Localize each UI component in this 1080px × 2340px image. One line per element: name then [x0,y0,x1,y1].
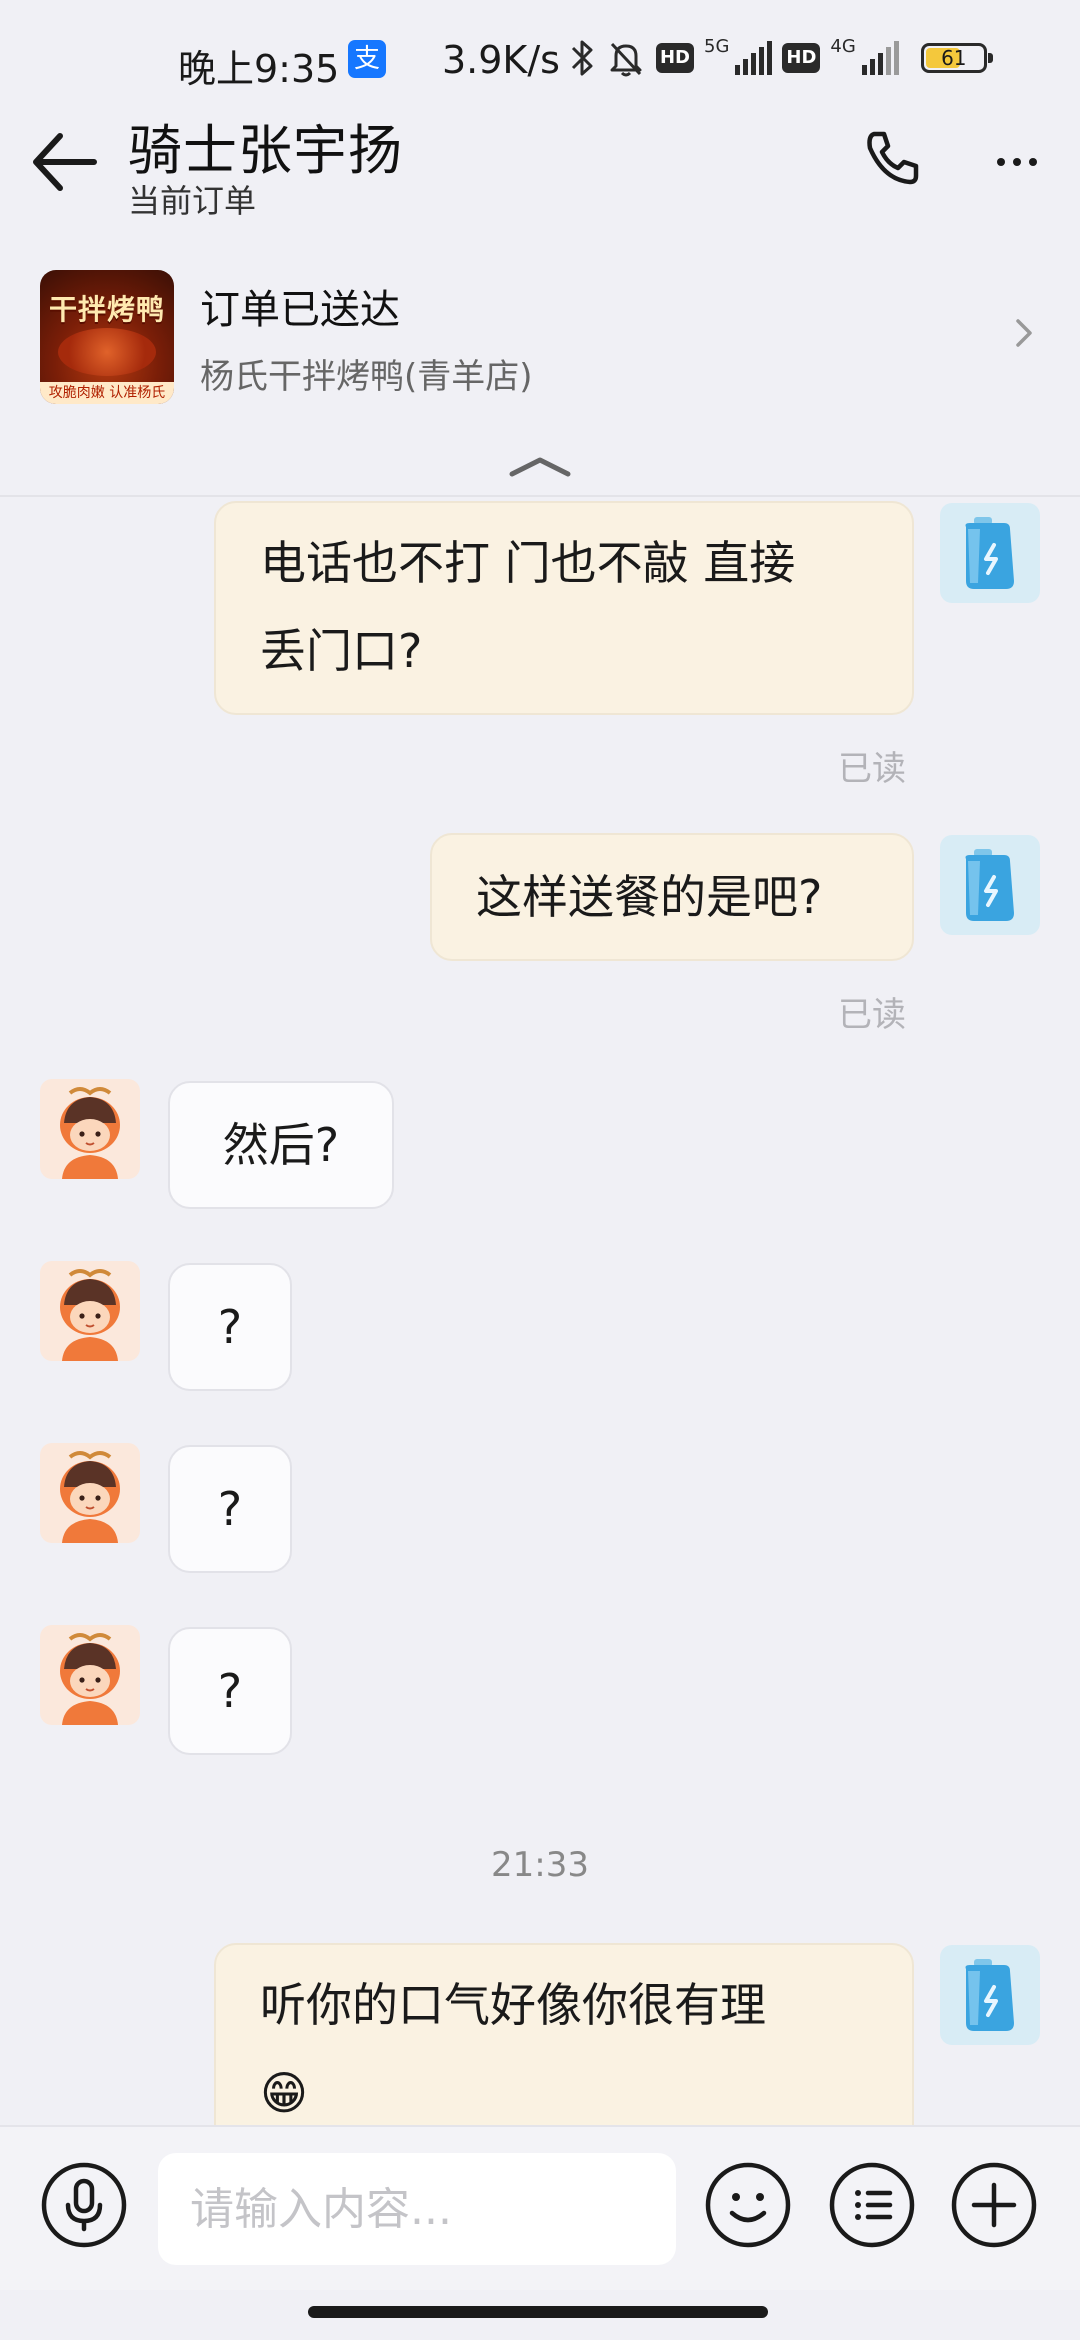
current-order-card[interactable]: 干拌烤鸭 攻脆肉嫩 认准杨氏 订单已送达 杨氏干拌烤鸭(青羊店) [0,255,1080,415]
chat-subtitle: 当前订单 [128,182,257,220]
battery-mascot-icon [965,517,1014,589]
status-bar: 晚上9:35 支 3.9K/s HD 5G HD 4G 61 [0,0,1080,110]
chat-title: 骑士张宇扬 [128,119,403,182]
read-receipt: 已读 [838,995,906,1035]
message-timestamp: 21:33 [491,1845,589,1885]
thumbnail-slogan-text: 攻脆肉嫩 认准杨氏 [40,382,174,404]
quick-reply-list-icon[interactable] [828,2161,916,2249]
message-text-line: 电话也不打 门也不敲 直接 [260,536,796,590]
mute-icon [610,42,642,77]
message-text-line: 听你的口气好像你很有理 [260,1978,766,2032]
chevron-right-icon [1016,319,1032,347]
message-text-line: 丢门口? [260,624,423,678]
read-receipt: 已读 [838,749,906,789]
chevron-up-icon[interactable] [506,452,574,480]
shop-thumbnail: 干拌烤鸭 攻脆肉嫩 认准杨氏 [40,270,174,404]
status-time: 晚上9:35 [178,47,340,91]
rider-avatar[interactable] [40,1625,140,1725]
rider-avatar[interactable] [40,1079,140,1179]
thumbnail-brand-text: 干拌烤鸭 [48,293,165,326]
emoji-grin-icon: 😁 [260,2066,308,2120]
message-text: ? [217,1482,243,1536]
shop-name: 杨氏干拌烤鸭(青羊店) [200,357,533,397]
message-text: 然后? [222,1118,340,1172]
message-text: ? [217,1664,243,1718]
signal-icon [735,41,773,75]
message-bubble-incoming[interactable]: ? [168,1263,292,1391]
order-status: 订单已送达 [200,287,400,333]
rider-avatar[interactable] [40,1261,140,1361]
message-bubble-outgoing[interactable]: 这样送餐的是吧? [430,833,914,961]
battery-icon: 61 [920,43,993,73]
message-text: ? [217,1300,243,1354]
rider-mascot-icon [60,1087,120,1179]
plus-icon[interactable] [950,2161,1038,2249]
phone-icon[interactable] [860,126,924,190]
rider-avatar[interactable] [40,1443,140,1543]
microphone-icon[interactable] [40,2161,128,2249]
message-bubble-outgoing[interactable]: 电话也不打 门也不敲 直接 丢门口? [214,501,914,715]
network-speed: 3.9K/s [442,38,560,82]
more-icon[interactable] [990,126,1044,190]
message-bubble-incoming[interactable]: ? [168,1445,292,1573]
signal-icon-2 [861,41,899,75]
battery-mascot-icon [965,1959,1014,2031]
home-indicator[interactable] [308,2306,768,2318]
message-input[interactable] [158,2153,676,2265]
message-list[interactable]: 电话也不打 门也不敲 直接 丢门口? 已读 这样送餐的是吧? 已读 然后? ? … [0,497,1080,2125]
hd-badge-2: HD [782,43,821,73]
message-bubble-incoming[interactable]: ? [168,1627,292,1755]
message-bubble-incoming[interactable]: 然后? [168,1081,394,1209]
hd-badge: HD [656,43,694,73]
chat-screen: 晚上9:35 支 3.9K/s HD 5G HD 4G 61 骑士张宇扬 当前订… [0,0,1080,2340]
bluetooth-icon [571,40,593,76]
chat-header: 骑士张宇扬 当前订单 [0,100,1080,220]
my-avatar[interactable] [940,835,1040,935]
rider-mascot-icon [60,1269,120,1361]
food-image [58,328,156,376]
battery-mascot-icon [965,849,1014,921]
status-icons: HD 5G HD 4G 61 [570,35,993,80]
my-avatar[interactable] [940,1945,1040,2045]
battery-level: 61 [941,46,967,70]
message-bubble-outgoing[interactable]: 听你的口气好像你很有理 😁 [214,1943,914,2125]
my-avatar[interactable] [940,503,1040,603]
alipay-icon: 支 [348,40,386,78]
network-type-4g: 4G [830,35,856,57]
message-input-bar [0,2125,1080,2290]
rider-mascot-icon [60,1451,120,1543]
rider-mascot-icon [60,1633,120,1725]
message-text: 这样送餐的是吧? [476,870,823,924]
emoji-icon[interactable] [704,2161,792,2249]
back-arrow-icon[interactable] [24,122,104,202]
network-type-5g: 5G [704,35,730,57]
